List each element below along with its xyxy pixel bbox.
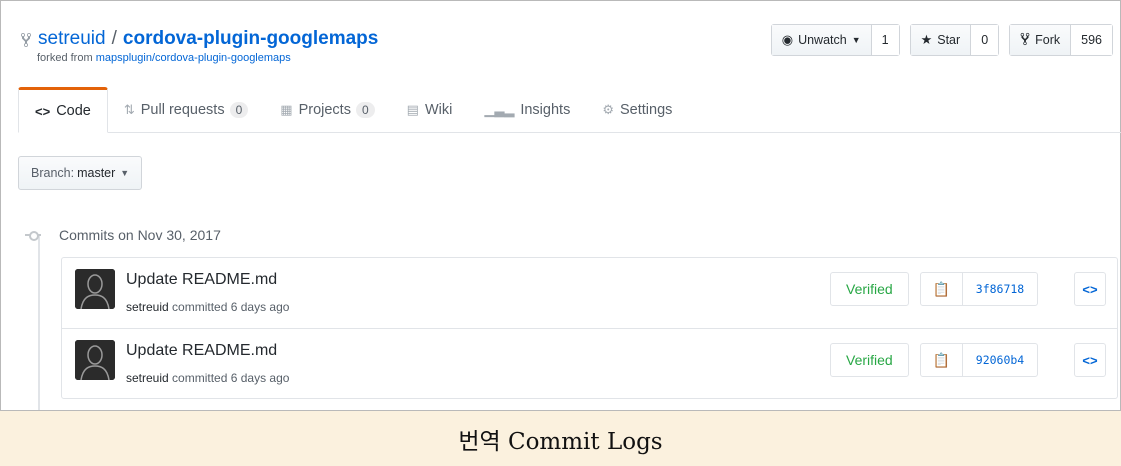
pull-requests-counter: 0 — [229, 102, 249, 118]
git-commit-icon — [25, 227, 41, 243]
fork-button-group: Fork 596 — [1009, 24, 1113, 56]
eye-icon: ◉ — [781, 32, 794, 47]
browse-code-button[interactable]: <> — [1074, 343, 1106, 377]
fork-label: Fork — [1035, 33, 1061, 47]
project-icon: ▦ — [280, 102, 293, 117]
gear-icon: ⚙ — [602, 102, 614, 117]
caption-bar: 번역 Commit Logs — [0, 410, 1121, 466]
verified-badge[interactable]: Verified — [830, 343, 909, 377]
commit-sha-link[interactable]: 92060b4 — [963, 344, 1037, 376]
chevron-down-icon: ▼ — [120, 168, 130, 178]
tab-projects[interactable]: ▦ Projects 0 — [264, 87, 390, 133]
sha-button-group: 📋 3f86718 — [920, 272, 1038, 306]
timeline-line — [38, 236, 40, 412]
repo-nav-tabs: <> Code ⇅ Pull requests 0 ▦ Projects 0 ▤… — [18, 87, 1121, 133]
fork-button[interactable]: Fork — [1010, 25, 1071, 55]
tab-wiki[interactable]: ▤ Wiki — [391, 87, 469, 133]
clipboard-icon[interactable]: 📋 — [921, 273, 963, 305]
tab-insights[interactable]: ▁▃▂ Insights — [468, 87, 586, 133]
repo-name-link[interactable]: cordova-plugin-googlemaps — [123, 27, 378, 51]
book-icon: ▤ — [406, 102, 419, 117]
repo-title: setreuid / cordova-plugin-googlemaps — [20, 27, 378, 51]
unwatch-button[interactable]: ◉ Unwatch ▼ — [771, 25, 871, 55]
tab-code-label: Code — [56, 103, 91, 119]
fork-icon — [1020, 32, 1030, 49]
tab-code[interactable]: <> Code — [18, 87, 108, 133]
sha-button-group: 📋 92060b4 — [920, 343, 1038, 377]
commit-message-link[interactable]: Update README.md — [126, 271, 277, 289]
commit-group-date: Commits on Nov 30, 2017 — [59, 227, 221, 243]
watch-button-group: ◉ Unwatch ▼ 1 — [770, 24, 900, 56]
tab-projects-label: Projects — [298, 102, 351, 118]
commit-time: committed 6 days ago — [172, 371, 290, 385]
commit-row: Update README.md setreuid committed 6 da… — [62, 258, 1117, 328]
star-icon: ★ — [920, 32, 933, 47]
code-icon: <> — [35, 103, 51, 119]
chevron-down-icon: ▼ — [851, 35, 861, 45]
branch-select-button[interactable]: Branch: master ▼ — [18, 156, 143, 190]
stargazers-count[interactable]: 0 — [970, 25, 999, 55]
browse-code-button[interactable]: <> — [1074, 272, 1106, 306]
forked-from-prefix: forked from — [37, 52, 93, 64]
commit-row: Update README.md setreuid committed 6 da… — [62, 328, 1117, 398]
repo-forked-icon — [20, 31, 32, 48]
projects-counter: 0 — [355, 102, 375, 118]
tab-settings-label: Settings — [619, 102, 673, 118]
commit-message-link[interactable]: Update README.md — [126, 342, 277, 360]
star-button-group: ★ Star 0 — [909, 24, 1000, 56]
repo-actions: ◉ Unwatch ▼ 1 ★ Star 0 Fork 596 — [770, 24, 1113, 56]
commit-list: Update README.md setreuid committed 6 da… — [61, 257, 1118, 399]
tab-pull-requests[interactable]: ⇅ Pull requests 0 — [108, 87, 264, 133]
repo-owner-link[interactable]: setreuid — [38, 27, 106, 51]
star-button[interactable]: ★ Star — [910, 25, 971, 55]
branch-name: master — [77, 166, 116, 180]
commit-group-title: Commits on Nov 30, 2017 — [25, 227, 221, 243]
commit-sha-link[interactable]: 3f86718 — [963, 273, 1037, 305]
clipboard-icon[interactable]: 📋 — [921, 344, 963, 376]
tab-pull-requests-label: Pull requests — [140, 102, 225, 118]
repo-header: setreuid / cordova-plugin-googlemaps for… — [20, 27, 378, 64]
forked-from-note: forked from mapsplugin/cordova-plugin-go… — [37, 52, 378, 64]
branch-prefix: Branch: — [31, 166, 75, 180]
pull-request-icon: ⇅ — [123, 102, 135, 117]
commit-meta: setreuid committed 6 days ago — [126, 300, 289, 314]
commit-author-link[interactable]: setreuid — [126, 371, 169, 385]
commit-meta: setreuid committed 6 days ago — [126, 371, 289, 385]
tab-settings[interactable]: ⚙ Settings — [586, 87, 688, 133]
commit-time: committed 6 days ago — [172, 300, 290, 314]
avatar[interactable] — [75, 340, 115, 380]
verified-badge[interactable]: Verified — [830, 272, 909, 306]
graph-icon: ▁▃▂ — [484, 102, 515, 117]
commit-author-link[interactable]: setreuid — [126, 300, 169, 314]
unwatch-label: Unwatch — [798, 33, 847, 47]
tab-wiki-label: Wiki — [424, 102, 453, 118]
star-label: Star — [937, 33, 961, 47]
forks-count[interactable]: 596 — [1070, 25, 1112, 55]
tab-insights-label: Insights — [520, 102, 571, 118]
forked-from-link[interactable]: mapsplugin/cordova-plugin-googlemaps — [96, 52, 291, 64]
avatar[interactable] — [75, 269, 115, 309]
repo-separator: / — [111, 28, 117, 49]
watchers-count[interactable]: 1 — [870, 25, 899, 55]
